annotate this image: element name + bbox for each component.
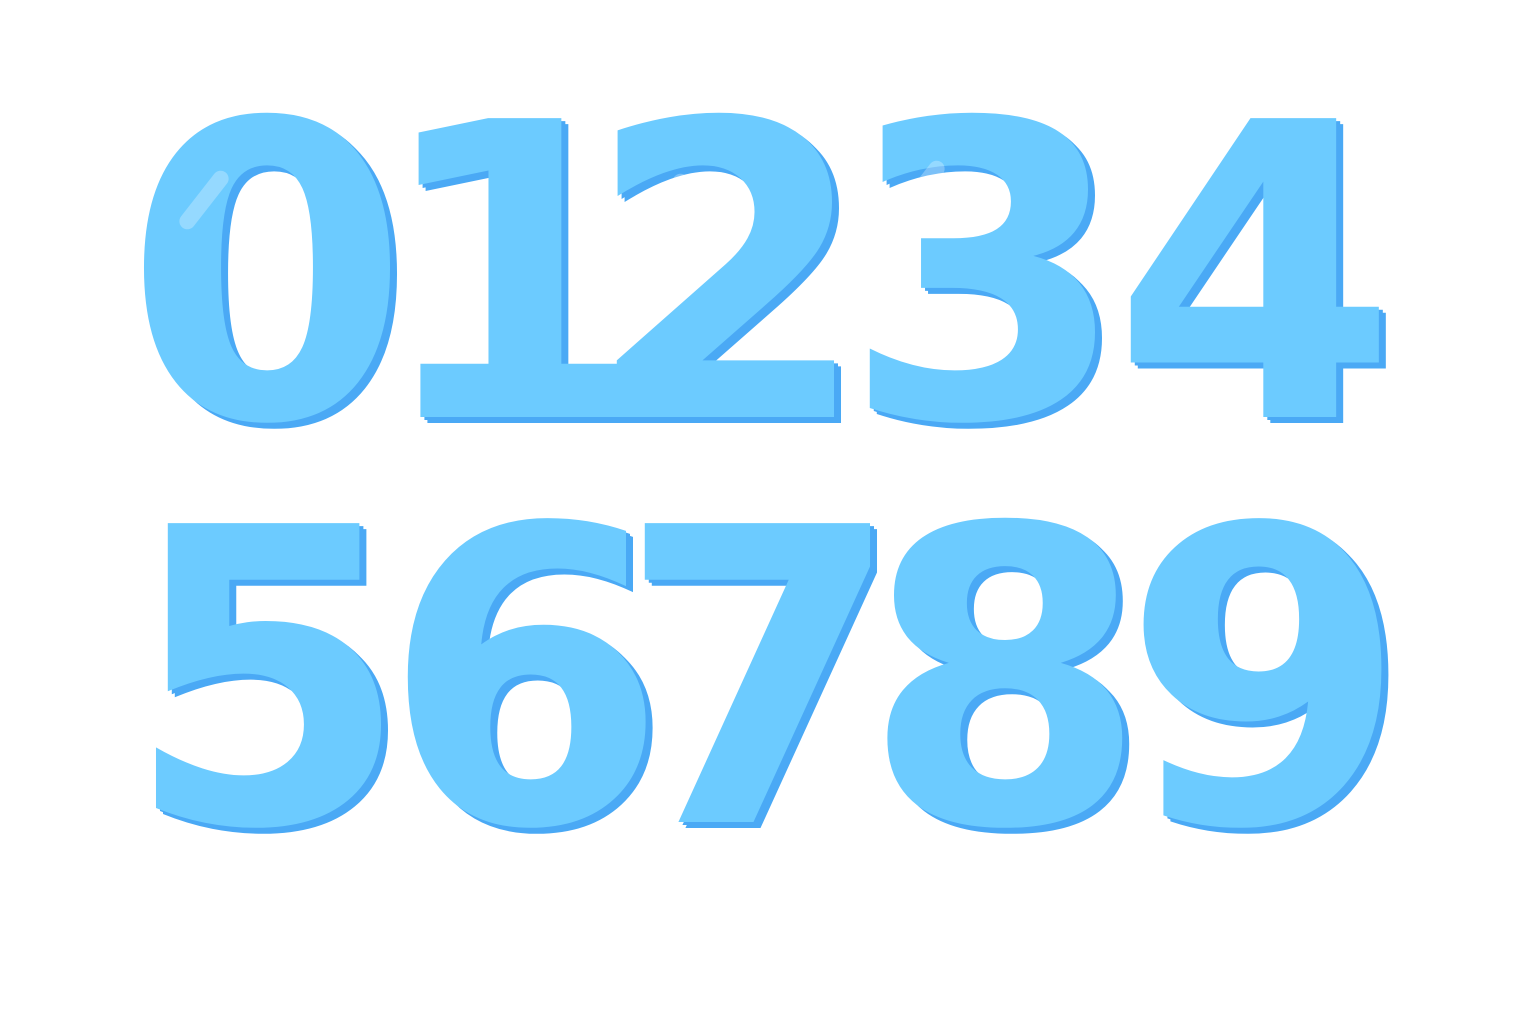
digit-six: 6 — [382, 475, 667, 885]
digit-three: 3 — [842, 70, 1127, 480]
digit-nine-glyph: 9 — [1122, 441, 1408, 919]
digit-five-glyph: 5 — [124, 441, 410, 919]
digit-seven-glyph: 7 — [617, 441, 903, 919]
digit-nine: 9 — [1122, 475, 1407, 885]
digit-two: 2 — [584, 70, 869, 480]
digit-four-glyph: 4 — [1112, 36, 1398, 514]
digit-two-glyph: 2 — [584, 36, 870, 514]
digit-eight: 8 — [862, 475, 1147, 885]
digit-row-top: 0 1 2 3 4 — [0, 70, 1536, 480]
digit-row-bottom: 5 6 7 8 9 — [0, 475, 1536, 885]
digit-four: 4 — [1112, 70, 1397, 480]
digits-canvas: 0 1 2 3 4 5 6 7 8 9 — [0, 0, 1536, 1024]
digit-zero: 0 — [124, 70, 409, 480]
digit-zero-glyph: 0 — [124, 36, 410, 514]
digit-eight-glyph: 8 — [862, 441, 1148, 919]
digit-five: 5 — [124, 475, 409, 885]
digit-three-glyph: 3 — [842, 36, 1128, 514]
digit-seven: 7 — [617, 475, 902, 885]
